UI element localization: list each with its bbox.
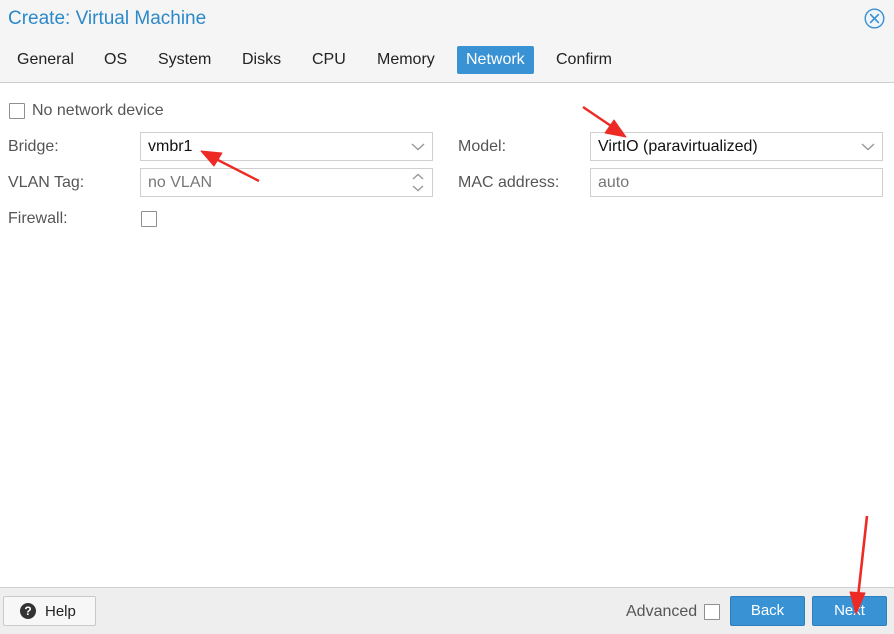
dialog-title: Create: Virtual Machine	[8, 8, 207, 29]
bridge-select[interactable]: vmbr1	[140, 132, 433, 161]
advanced-label: Advanced	[626, 603, 698, 620]
tab-system[interactable]: System	[149, 46, 220, 74]
model-select[interactable]: VirtIO (paravirtualized)	[590, 132, 883, 161]
tab-general[interactable]: General	[8, 46, 83, 74]
tab-network[interactable]: Network	[457, 46, 534, 74]
tab-confirm[interactable]: Confirm	[547, 46, 621, 74]
mac-address-placeholder: auto	[598, 174, 630, 191]
mac-address-label: MAC address:	[458, 174, 560, 191]
model-label: Model:	[458, 138, 507, 155]
dialog-header: Create: Virtual Machine	[0, 0, 894, 38]
firewall-checkbox[interactable]	[141, 211, 157, 227]
spinner-updown-icon[interactable]	[404, 169, 432, 196]
no-network-device-label: No network device	[32, 102, 164, 119]
vlan-tag-input[interactable]: no VLAN	[140, 168, 433, 197]
help-button-label: Help	[45, 603, 76, 620]
chevron-down-icon[interactable]	[404, 133, 432, 160]
firewall-label: Firewall:	[8, 210, 68, 227]
tab-os[interactable]: OS	[95, 46, 136, 74]
next-button[interactable]: Next	[812, 596, 887, 626]
back-button[interactable]: Back	[730, 596, 805, 626]
mac-address-input[interactable]: auto	[590, 168, 883, 197]
chevron-down-icon[interactable]	[854, 133, 882, 160]
dialog-footer: ? Help Advanced Back Next	[0, 587, 894, 634]
bridge-value: vmbr1	[148, 138, 193, 155]
advanced-checkbox[interactable]	[704, 604, 720, 620]
help-button[interactable]: ? Help	[3, 596, 96, 626]
vlan-tag-placeholder: no VLAN	[148, 174, 213, 191]
no-network-device-checkbox[interactable]	[9, 103, 25, 119]
help-icon: ?	[20, 603, 36, 619]
vlan-tag-label: VLAN Tag:	[8, 174, 85, 191]
model-value: VirtIO (paravirtualized)	[598, 138, 758, 155]
tab-cpu[interactable]: CPU	[303, 46, 355, 74]
network-form: No network device Bridge: vmbr1 VLAN Tag…	[0, 83, 894, 587]
tab-disks[interactable]: Disks	[233, 46, 290, 74]
bridge-label: Bridge:	[8, 138, 59, 155]
tab-bar: General OS System Disks CPU Memory Netwo…	[0, 38, 894, 83]
tab-memory[interactable]: Memory	[368, 46, 444, 74]
close-icon[interactable]	[864, 8, 885, 29]
